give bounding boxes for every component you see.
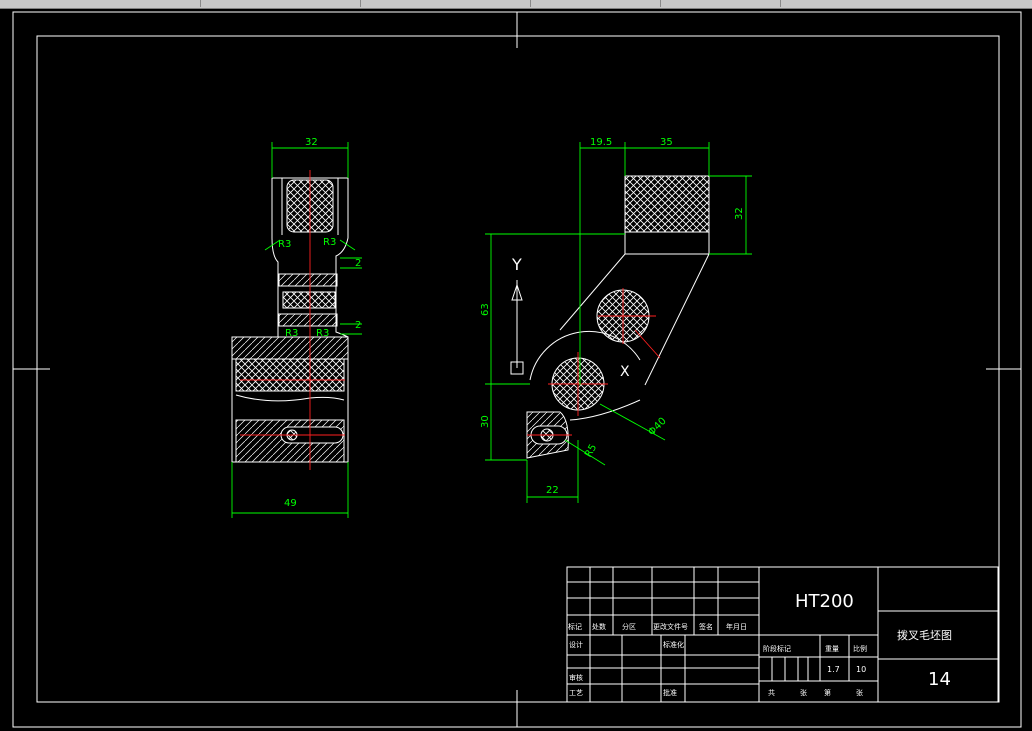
axis-y-label: Y [511, 255, 522, 274]
sheet-border [12, 11, 1022, 728]
row-approval: 批准 [663, 688, 677, 697]
dim-2-a: 2 [355, 258, 361, 269]
dim-19-5: 19.5 [590, 137, 612, 148]
sheet-total-label: 共 [768, 688, 775, 697]
dim-32-side: 32 [734, 207, 745, 220]
title-block: HT200 拨叉毛坯图 14 标记 处数 分区 更改文件号 签名 年月日 设计 … [566, 566, 999, 703]
sheet-unit-b: 张 [856, 688, 863, 697]
weight-value: 1.7 [827, 665, 840, 674]
header-date: 年月日 [726, 622, 747, 631]
dim-22: 22 [546, 485, 559, 496]
header-count: 处数 [592, 622, 606, 631]
header-mark: 标记 [568, 622, 582, 631]
sheet-current-label: 第 [824, 688, 831, 697]
header-zone: 分区 [622, 622, 636, 631]
weight-label: 重量 [825, 645, 839, 653]
dim-32-top: 32 [305, 137, 318, 148]
dim-r3-c: R3 [285, 328, 298, 339]
dim-r3-b: R3 [323, 237, 336, 248]
side-view: Y X [510, 175, 710, 459]
axis-x-label: X [620, 364, 630, 380]
dim-phi40: Φ40 [646, 416, 668, 438]
front-view [231, 170, 349, 470]
cad-drawing-canvas[interactable]: 32 R3 R3 2 R3 R3 2 49 Y X 19.5 35 32 63 … [0, 0, 1032, 731]
header-signature: 签名 [699, 622, 713, 631]
dim-30: 30 [480, 415, 491, 428]
row-review: 审核 [569, 673, 583, 682]
row-process: 工艺 [569, 689, 583, 697]
sheet-unit-a: 张 [800, 688, 807, 697]
row-design: 设计 [569, 640, 583, 649]
dim-r3-a: R3 [278, 239, 291, 250]
dim-r5: R5 [583, 442, 599, 459]
dim-49: 49 [284, 498, 297, 509]
dim-63: 63 [480, 303, 491, 316]
drawing-name: 拨叉毛坯图 [897, 628, 952, 642]
dim-2-b: 2 [355, 320, 361, 331]
drawing-number: 14 [928, 669, 951, 690]
row-standardization: 标准化 [663, 640, 684, 649]
stage-mark-label: 阶段标记 [763, 644, 791, 653]
dim-r3-d: R3 [316, 328, 329, 339]
header-change-doc: 更改文件号 [653, 622, 688, 631]
scale-label: 比例 [853, 644, 867, 653]
material-label: HT200 [795, 591, 854, 612]
dim-35: 35 [660, 137, 673, 148]
scale-value: 10 [856, 665, 866, 674]
